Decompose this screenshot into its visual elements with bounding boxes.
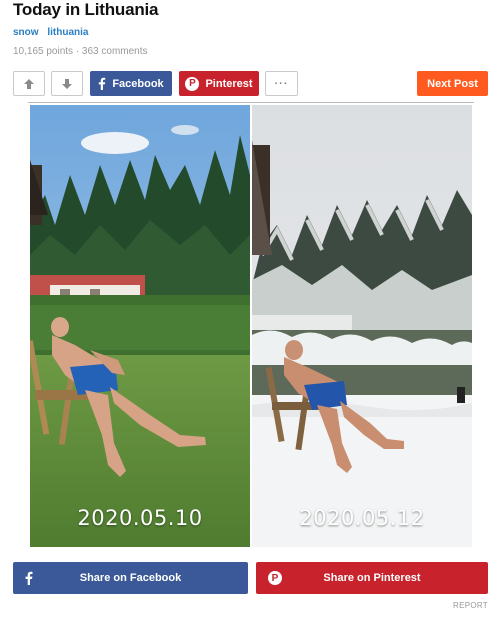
report-link[interactable]: REPORT: [453, 601, 488, 610]
share-pinterest-button[interactable]: P Share on Pinterest: [256, 562, 488, 594]
share-facebook-button[interactable]: Share on Facebook: [13, 562, 248, 594]
divider: [28, 102, 474, 103]
facebook-icon: [98, 77, 106, 90]
next-post-button[interactable]: Next Post: [417, 71, 488, 96]
tag-list: snow lithuania: [13, 27, 94, 38]
next-post-label: Next Post: [427, 77, 478, 90]
share-pinterest-label: Share on Pinterest: [323, 572, 421, 584]
downvote-button[interactable]: [51, 71, 83, 96]
facebook-icon: [25, 571, 33, 588]
post-title: Today in Lithuania: [13, 0, 159, 19]
pinterest-icon: P: [268, 571, 282, 585]
summer-photo-image: [30, 105, 250, 547]
pinterest-button[interactable]: P Pinterest: [179, 71, 259, 96]
arrow-down-icon: [62, 78, 72, 89]
facebook-button-label: Facebook: [112, 77, 164, 90]
photo-before: 2020.05.10: [30, 105, 250, 547]
photo-date-left: 2020.05.10: [77, 506, 203, 530]
facebook-button[interactable]: Facebook: [90, 71, 172, 96]
post-stats: 10,165 points · 363 comments: [13, 46, 148, 57]
share-facebook-label: Share on Facebook: [79, 572, 182, 584]
tag-lithuania[interactable]: lithuania: [47, 27, 88, 38]
more-options-button[interactable]: ···: [265, 71, 298, 96]
tag-snow[interactable]: snow: [13, 27, 39, 38]
upvote-button[interactable]: [13, 71, 45, 96]
arrow-up-icon: [24, 78, 34, 89]
photo-after: 2020.05.12: [252, 105, 472, 547]
pinterest-icon: P: [185, 76, 200, 91]
pinterest-button-label: Pinterest: [205, 77, 253, 90]
photo-date-right: 2020.05.12: [299, 506, 425, 530]
winter-photo-image: [252, 105, 472, 547]
